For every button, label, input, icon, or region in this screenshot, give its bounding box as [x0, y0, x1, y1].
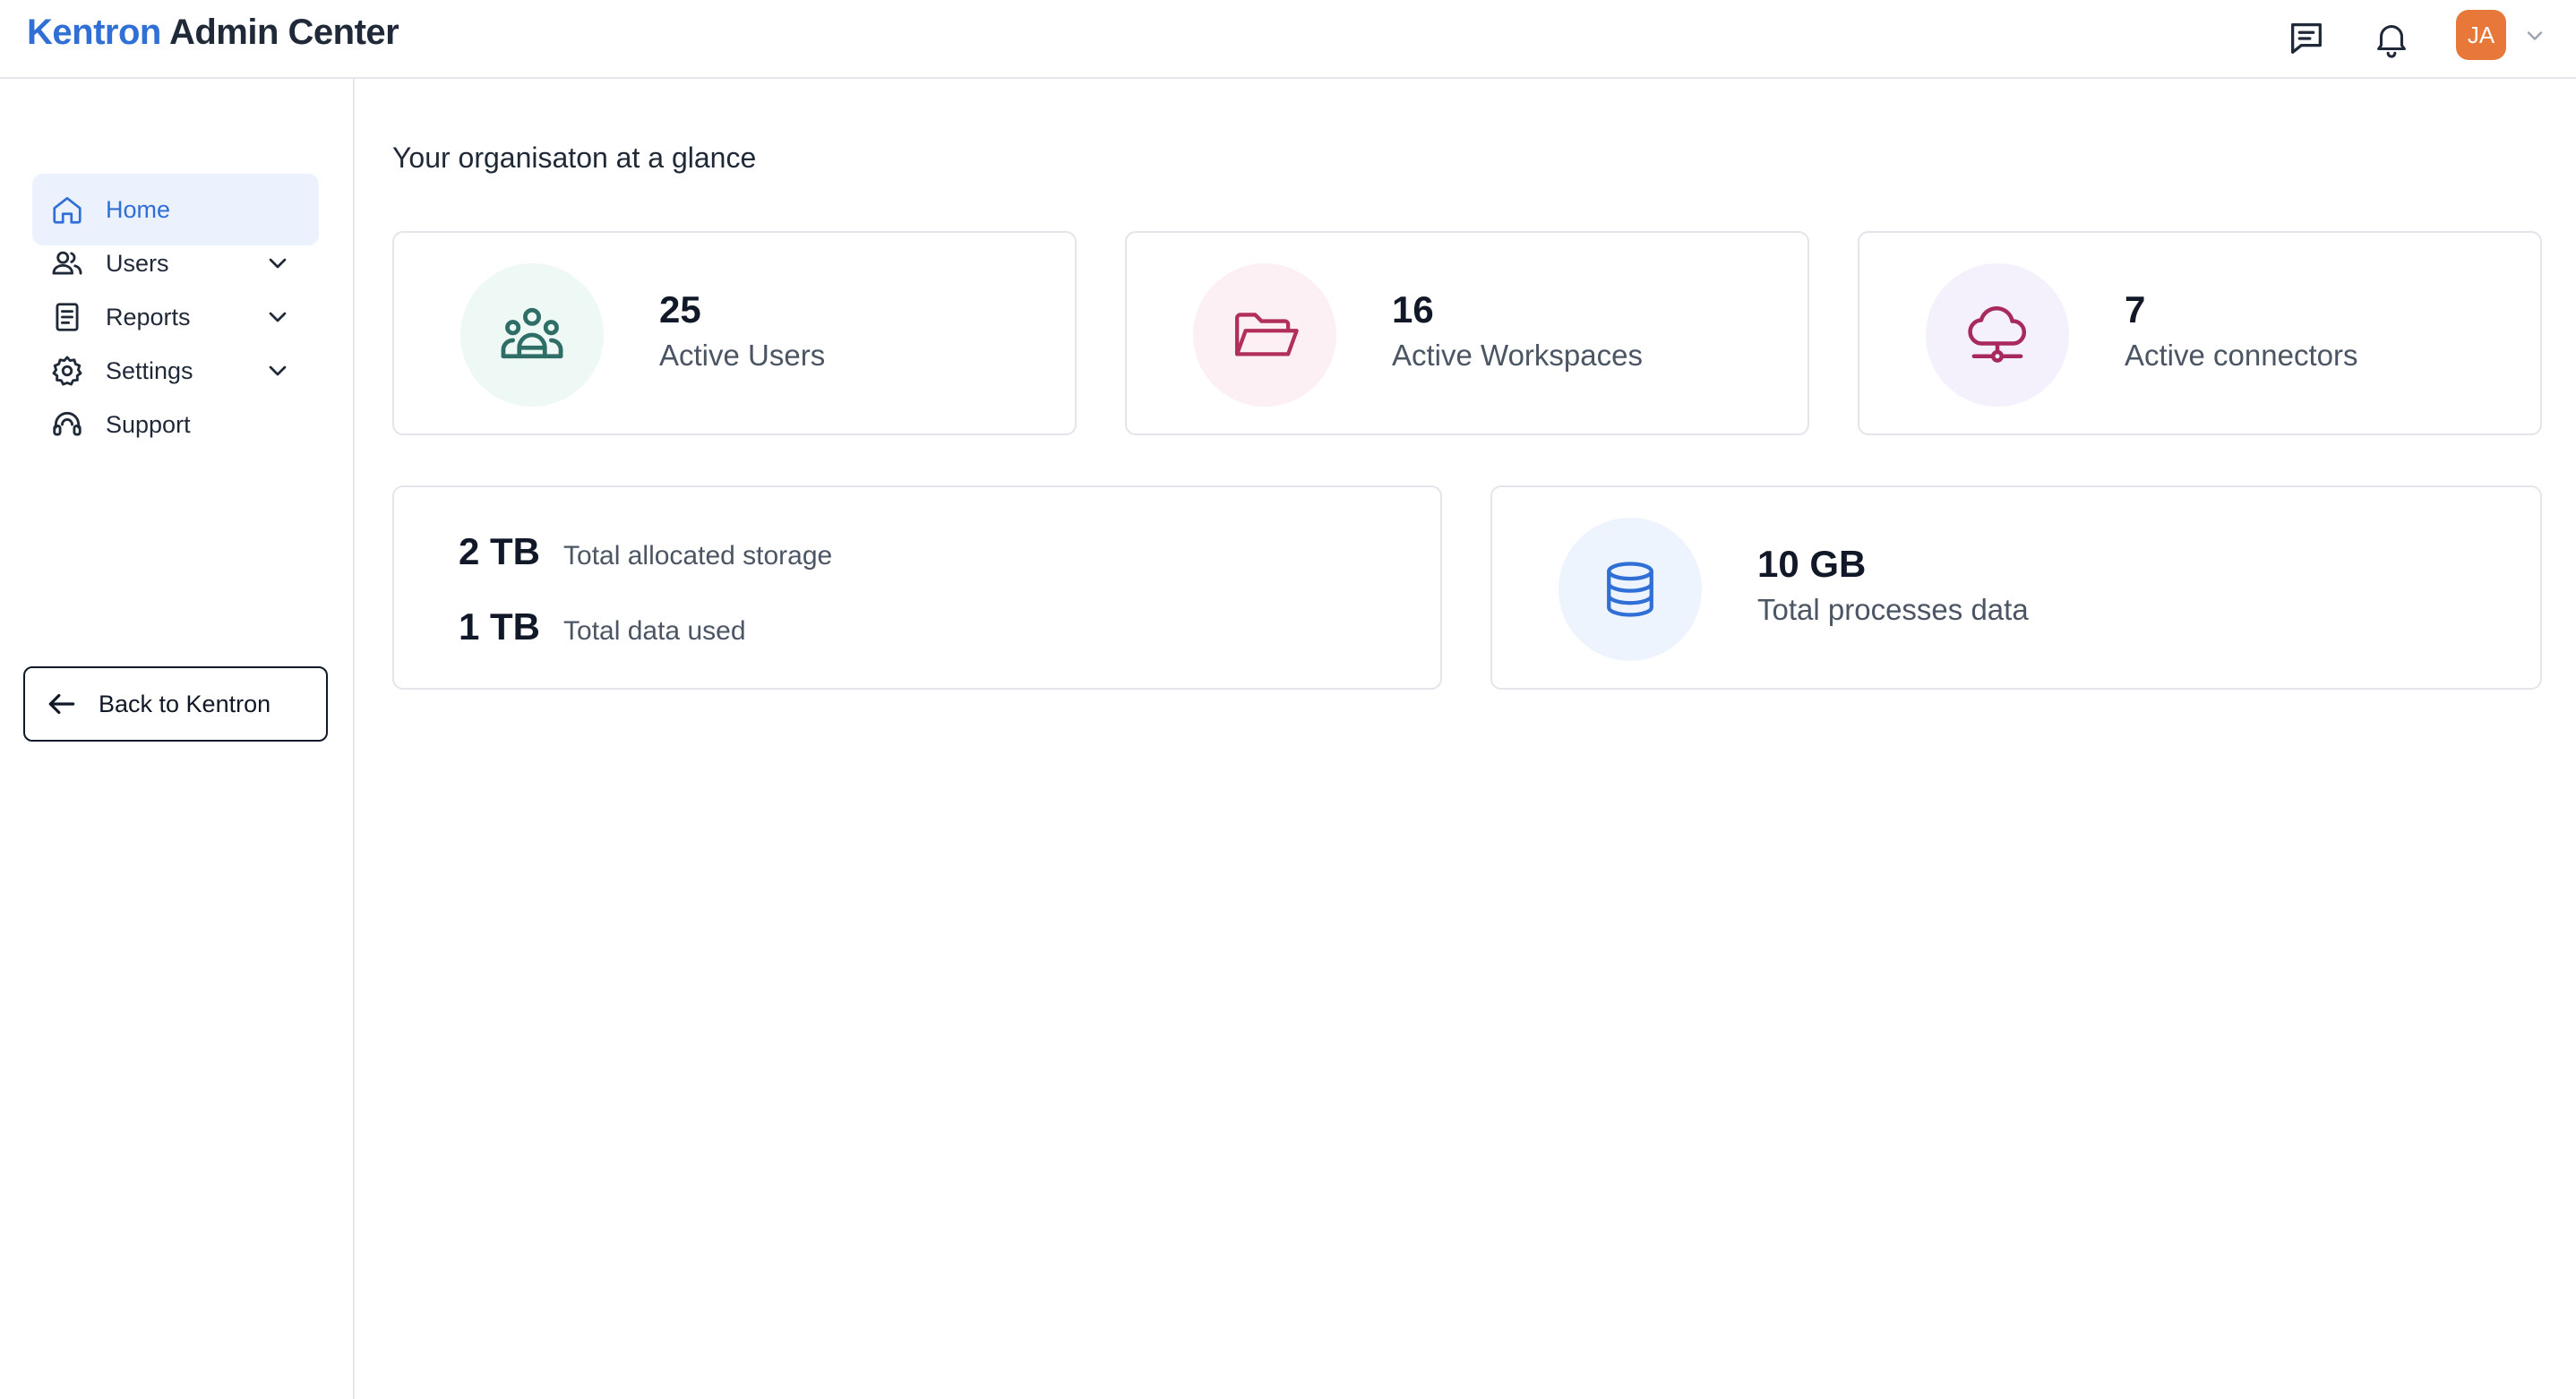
top-header: Kentron Admin Center JA: [0, 0, 2576, 79]
cloud-network-icon: [1926, 263, 2069, 407]
users-icon: [50, 246, 84, 280]
storage-card: 2 TB Total allocated storage 1 TB Total …: [392, 485, 1442, 690]
stat-label: Active connectors: [2125, 339, 2358, 372]
sidebar-item-label: Users: [106, 249, 169, 277]
arrow-left-icon: [48, 693, 75, 715]
gear-icon: [50, 354, 84, 388]
stat-value: 25: [659, 288, 701, 330]
page-title: Your organisaton at a glance: [392, 142, 757, 174]
used-storage-value: 1 TB: [459, 605, 541, 648]
processed-label: Total processes data: [1757, 593, 2029, 626]
chevron-down-icon[interactable]: [263, 303, 292, 331]
folder-icon: [1193, 263, 1336, 407]
stat-card-users: 25 Active Users: [392, 231, 1077, 435]
stat-label: Active Workspaces: [1392, 339, 1643, 372]
sidebar-item-support[interactable]: Support: [32, 389, 319, 460]
headset-icon: [50, 408, 84, 442]
sidebar-item-label: Home: [106, 195, 171, 223]
sidebar-item-label: Support: [106, 410, 191, 438]
chevron-down-icon[interactable]: [263, 356, 292, 385]
used-storage-row: 1 TB Total data used: [459, 605, 746, 648]
chevron-down-icon[interactable]: [263, 249, 292, 278]
home-icon: [50, 193, 84, 227]
avatar[interactable]: JA: [2456, 10, 2506, 60]
stat-card-connectors: 7 Active connectors: [1858, 231, 2542, 435]
allocated-storage-row: 2 TB Total allocated storage: [459, 530, 832, 573]
allocated-storage-value: 2 TB: [459, 530, 541, 572]
used-storage-label: Total data used: [563, 616, 746, 646]
stat-label: Active Users: [659, 339, 826, 372]
allocated-storage-label: Total allocated storage: [563, 541, 833, 571]
stat-card-workspaces: 16 Active Workspaces: [1125, 231, 1809, 435]
bell-icon[interactable]: [2367, 14, 2416, 63]
sidebar-item-label: Settings: [106, 356, 193, 384]
chat-icon[interactable]: [2282, 14, 2331, 63]
stat-value: 7: [2125, 288, 2146, 330]
sidebar-item-label: Reports: [106, 303, 191, 330]
database-icon: [1558, 518, 1702, 661]
chevron-down-icon[interactable]: [2522, 23, 2547, 48]
app-title: Kentron Admin Center: [27, 13, 399, 53]
brand-accent: Kentron: [27, 13, 161, 52]
brand-rest: Admin Center: [168, 13, 399, 52]
report-icon: [50, 300, 84, 334]
processed-value: 10 GB: [1757, 543, 1867, 585]
stat-value: 16: [1392, 288, 1434, 330]
sidebar: Home Users Reports Settings Support Back…: [0, 79, 355, 1399]
users-group-icon: [460, 263, 604, 407]
back-button-label: Back to Kentron: [99, 690, 271, 717]
back-to-kentron-button[interactable]: Back to Kentron: [23, 666, 328, 742]
processed-data-card: 10 GB Total processes data: [1490, 485, 2542, 690]
